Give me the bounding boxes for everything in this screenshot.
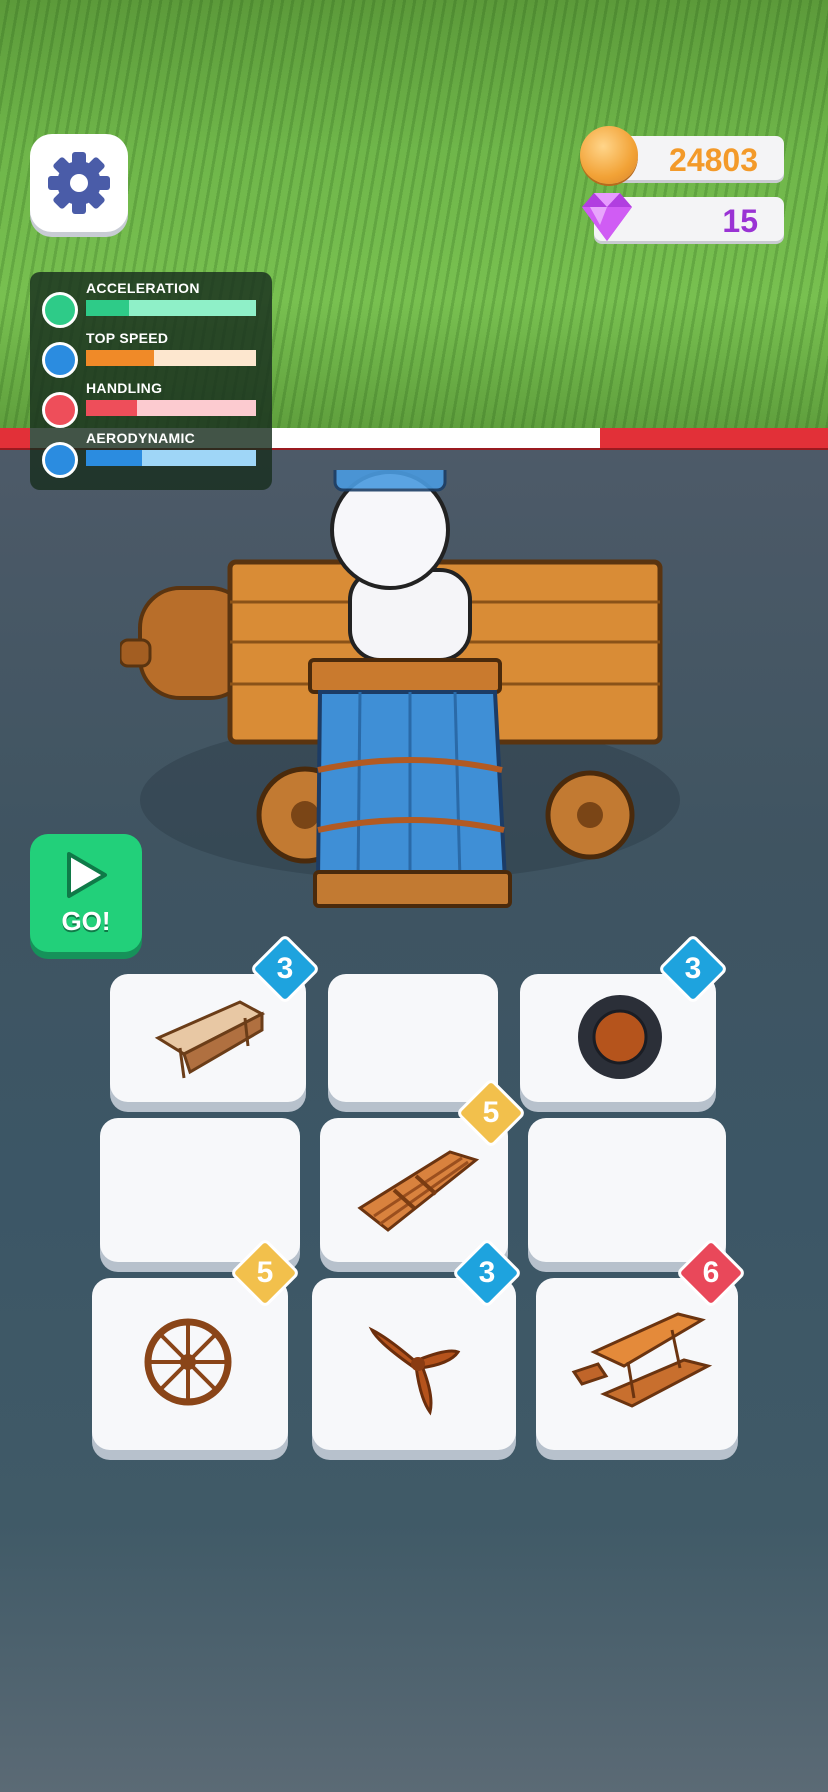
gem-counter: 15 — [582, 193, 784, 241]
wooden-wheel-icon — [144, 1318, 232, 1406]
wheel-icon — [42, 342, 78, 378]
wooden-plank-wing-icon — [357, 1150, 480, 1232]
stat-label: ACCELERATION — [86, 280, 200, 296]
stat-label: HANDLING — [86, 380, 163, 396]
level-badge-value: 3 — [478, 1256, 496, 1289]
coin-amount: 24803 — [669, 142, 758, 178]
stat-handling: HANDLING — [42, 378, 266, 428]
stat-bar — [86, 450, 256, 466]
stat-bar-fill — [86, 350, 154, 366]
stats-panel: ACCELERATION TOP SPEED HANDLING AERODYNA… — [30, 272, 272, 490]
grid-slot-1[interactable]: 3 — [110, 933, 321, 1102]
go-button[interactable]: GO! — [30, 834, 142, 952]
stat-aerodynamic: AERODYNAMIC — [42, 428, 266, 478]
stat-bar — [86, 300, 256, 316]
wooden-cart-vehicle — [120, 470, 680, 908]
gem-icon — [582, 193, 632, 241]
level-badge-value: 5 — [256, 1256, 274, 1289]
play-icon — [67, 851, 107, 898]
grid-slot-5[interactable]: 5 — [320, 1077, 527, 1262]
stat-bar — [86, 400, 256, 416]
settings-button[interactable] — [30, 134, 128, 232]
level-badge-value: 5 — [482, 1096, 500, 1129]
stat-bar — [86, 350, 256, 366]
biplane-wing-icon — [571, 1312, 713, 1408]
level-badge-value: 3 — [276, 952, 294, 985]
go-label: GO! — [61, 905, 111, 936]
propeller-icon — [368, 1326, 461, 1416]
stat-bar-fill — [86, 450, 143, 466]
gauge-icon — [42, 292, 78, 328]
grid-slot-9[interactable]: 6 — [536, 1237, 747, 1450]
level-badge-value: 3 — [684, 952, 702, 985]
coin-icon — [580, 126, 638, 184]
grid-slot-7[interactable]: 5 — [92, 1237, 301, 1450]
magnet-icon — [42, 392, 78, 428]
stat-bar-fill — [86, 400, 137, 416]
grid-slot-3[interactable]: 3 — [520, 933, 729, 1102]
stat-top-speed: TOP SPEED — [42, 328, 266, 378]
grid-slot-2[interactable] — [328, 974, 498, 1102]
grid-slot-4[interactable] — [100, 1118, 300, 1262]
gem-amount: 15 — [722, 203, 758, 239]
wooden-wing-part-icon — [154, 1000, 266, 1079]
stat-label: TOP SPEED — [86, 330, 169, 346]
rubber-tire-icon — [578, 995, 662, 1079]
gear-icon — [48, 152, 110, 214]
paper-plane-icon — [42, 442, 78, 478]
stat-label: AERODYNAMIC — [86, 430, 196, 446]
stat-bar-fill — [86, 300, 129, 316]
level-badge-value: 6 — [702, 1256, 720, 1289]
coin-counter: 24803 — [580, 126, 784, 184]
grid-slot-6[interactable] — [528, 1118, 726, 1262]
stat-acceleration: ACCELERATION — [42, 278, 266, 328]
grid-slot-8[interactable]: 3 — [312, 1237, 523, 1450]
